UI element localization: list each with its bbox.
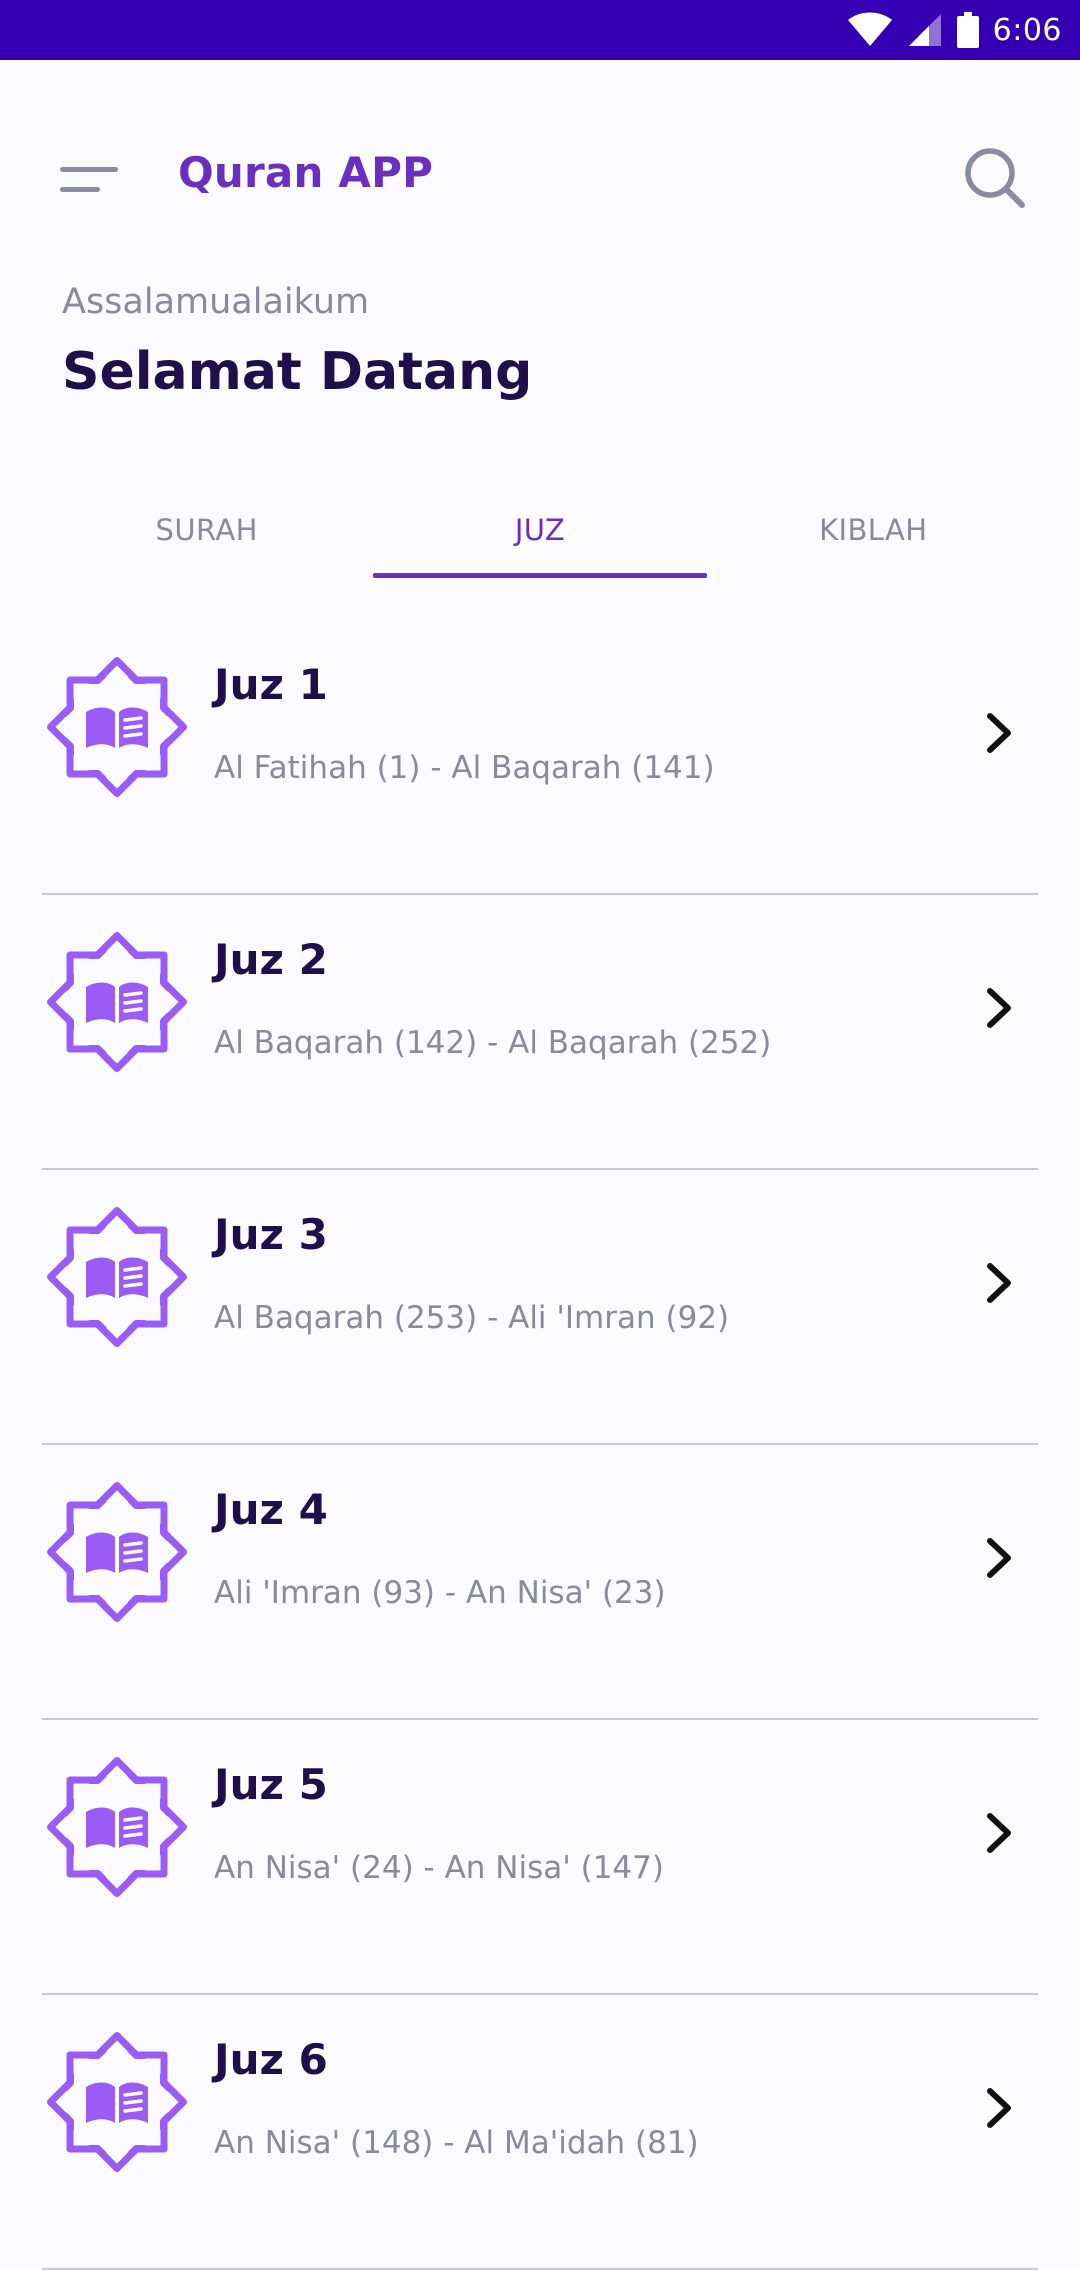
battery-icon — [956, 12, 979, 48]
juz-list-item[interactable]: Juz 2 Al Baqarah (142) - Al Baqarah (252… — [0, 895, 1080, 1170]
juz-range: An Nisa' (148) - Al Ma'idah (81) — [214, 2125, 699, 2161]
status-icons: 6:06 — [847, 0, 1062, 60]
search-icon[interactable] — [962, 145, 1028, 211]
juz-title: Juz 1 — [214, 660, 328, 709]
wifi-icon — [847, 12, 892, 46]
status-bar: 6:06 — [0, 0, 1080, 60]
chevron-right-icon — [987, 988, 1011, 1028]
chevron-right-icon — [987, 1263, 1011, 1303]
juz-range: An Nisa' (24) - An Nisa' (147) — [214, 1850, 664, 1886]
juz-range: Al Baqarah (142) - Al Baqarah (252) — [214, 1025, 772, 1061]
tab-bar: SURAH JUZ KIBLAH — [40, 490, 1040, 590]
quran-book-icon — [47, 1757, 187, 1897]
juz-list-item[interactable]: Juz 3 Al Baqarah (253) - Ali 'Imran (92) — [0, 1170, 1080, 1445]
menu-icon[interactable] — [60, 165, 120, 205]
quran-book-icon — [47, 2032, 187, 2172]
juz-title: Juz 3 — [214, 1210, 328, 1259]
quran-book-icon — [47, 657, 187, 797]
chevron-right-icon — [987, 1538, 1011, 1578]
juz-title: Juz 2 — [214, 935, 328, 984]
juz-title: Juz 4 — [214, 1485, 328, 1534]
status-time: 6:06 — [992, 12, 1062, 48]
app-title: Quran APP — [178, 148, 434, 197]
juz-list-item[interactable]: Juz 4 Ali 'Imran (93) - An Nisa' (23) — [0, 1445, 1080, 1720]
juz-list-item[interactable]: Juz 5 An Nisa' (24) - An Nisa' (147) — [0, 1720, 1080, 1995]
tab-kiblah[interactable]: KIBLAH — [707, 490, 1040, 570]
juz-title: Juz 5 — [214, 1760, 328, 1809]
juz-list-item[interactable]: Juz 6 An Nisa' (148) - Al Ma'idah (81) — [0, 1995, 1080, 2270]
juz-list: Juz 1 Al Fatihah (1) - Al Baqarah (141) — [0, 620, 1080, 2270]
quran-book-icon — [47, 1207, 187, 1347]
juz-list-item[interactable]: Juz 1 Al Fatihah (1) - Al Baqarah (141) — [0, 620, 1080, 895]
tab-juz[interactable]: JUZ — [373, 490, 707, 578]
chevron-right-icon — [987, 713, 1011, 753]
tab-surah[interactable]: SURAH — [40, 490, 373, 570]
juz-range: Ali 'Imran (93) - An Nisa' (23) — [214, 1575, 666, 1611]
chevron-right-icon — [987, 2088, 1011, 2128]
chevron-right-icon — [987, 1813, 1011, 1853]
signal-icon — [908, 14, 941, 46]
juz-title: Juz 6 — [214, 2035, 328, 2084]
greeting-text: Assalamualaikum — [62, 282, 370, 322]
juz-range: Al Fatihah (1) - Al Baqarah (141) — [214, 750, 715, 786]
quran-book-icon — [47, 1482, 187, 1622]
quran-book-icon — [47, 932, 187, 1072]
welcome-heading: Selamat Datang — [62, 342, 533, 402]
juz-range: Al Baqarah (253) - Ali 'Imran (92) — [214, 1300, 730, 1336]
